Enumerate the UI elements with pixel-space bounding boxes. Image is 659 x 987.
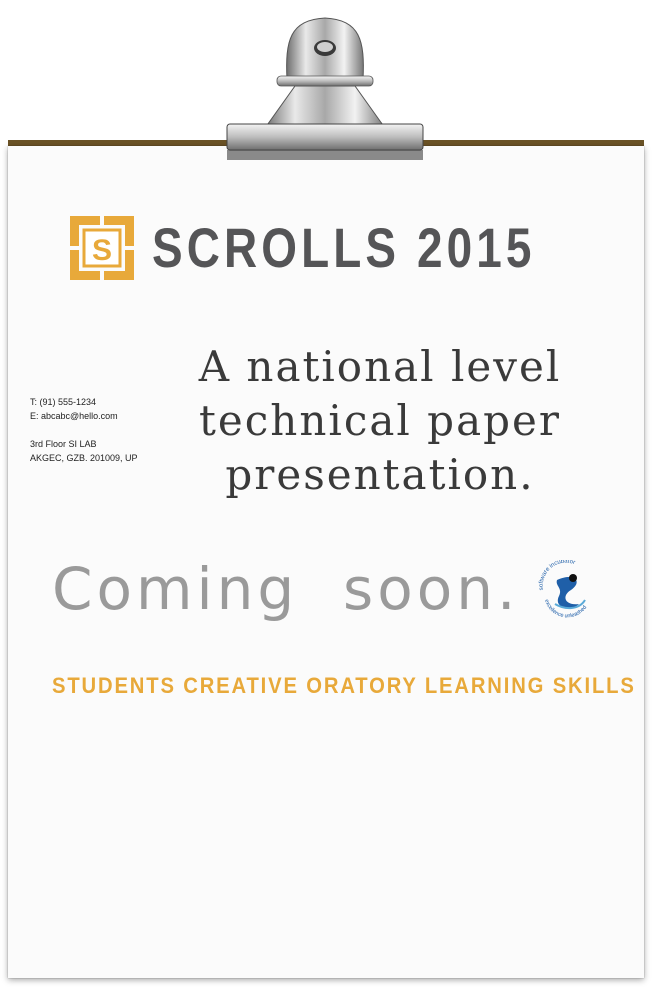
logo-letter: S <box>92 234 112 267</box>
event-tagline: A national level technical paper present… <box>160 340 600 502</box>
contact-spacer <box>30 423 138 437</box>
tagline-line-3: presentation. <box>225 450 535 499</box>
acronym-expansion: STUDENTS CREATIVE ORATORY LEARNING SKILL… <box>52 673 636 698</box>
coming-soon-text: Coming soon. <box>52 555 520 623</box>
contact-address-line-1: 3rd Floor SI LAB <box>30 439 97 449</box>
tagline-line-2: technical paper <box>199 396 561 445</box>
event-title: SCROLLS 2015 <box>152 216 536 279</box>
tagline-line-1: A national level <box>198 342 562 391</box>
binder-clip-icon <box>226 17 424 160</box>
contact-address-line-2: AKGEC, GZB. 201009, UP <box>30 453 138 463</box>
contact-block: T: (91) 555-1234 E: abcabc@hello.com 3rd… <box>30 395 138 465</box>
scrolls-logo-icon: S <box>70 216 134 280</box>
contact-email: E: abcabc@hello.com <box>30 411 118 421</box>
contact-phone: T: (91) 555-1234 <box>30 397 97 407</box>
si-swoosh-logo-icon: software incubator excellence unleashed <box>539 560 589 619</box>
